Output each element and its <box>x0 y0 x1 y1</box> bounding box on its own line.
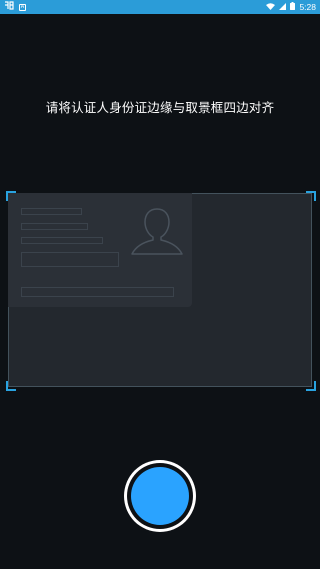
viewfinder-corner-top-right <box>306 191 316 201</box>
id-card-line-placeholder <box>21 252 119 267</box>
status-bar-right: 5:28 <box>266 2 316 12</box>
capture-button[interactable] <box>124 460 196 532</box>
viewfinder-corner-bottom-right <box>306 381 316 391</box>
viewfinder-corner-top-left <box>6 191 16 201</box>
id-card-guide <box>8 193 192 307</box>
portrait-silhouette-icon <box>128 207 186 255</box>
notification-a-icon: A <box>19 3 26 11</box>
capture-button-ring <box>127 463 193 529</box>
id-card-line-placeholder <box>21 237 103 244</box>
capture-button-core <box>131 467 189 525</box>
app-notification-icon <box>4 1 14 13</box>
wifi-icon <box>266 2 276 12</box>
id-card-line-placeholder <box>21 208 82 215</box>
viewfinder-corner-bottom-left <box>6 381 16 391</box>
status-time: 5:28 <box>299 2 316 12</box>
status-bar: A 5:28 <box>0 0 320 14</box>
id-card-number-placeholder <box>21 287 174 297</box>
battery-icon <box>290 2 296 12</box>
instruction-text: 请将认证人身份证边缘与取景框四边对齐 <box>45 100 275 115</box>
signal-icon <box>279 2 287 12</box>
camera-screen: A 5:28 请将认证人身份证边缘与取景框四边对齐 <box>0 0 320 569</box>
status-bar-left: A <box>4 1 26 13</box>
id-card-line-placeholder <box>21 223 88 230</box>
